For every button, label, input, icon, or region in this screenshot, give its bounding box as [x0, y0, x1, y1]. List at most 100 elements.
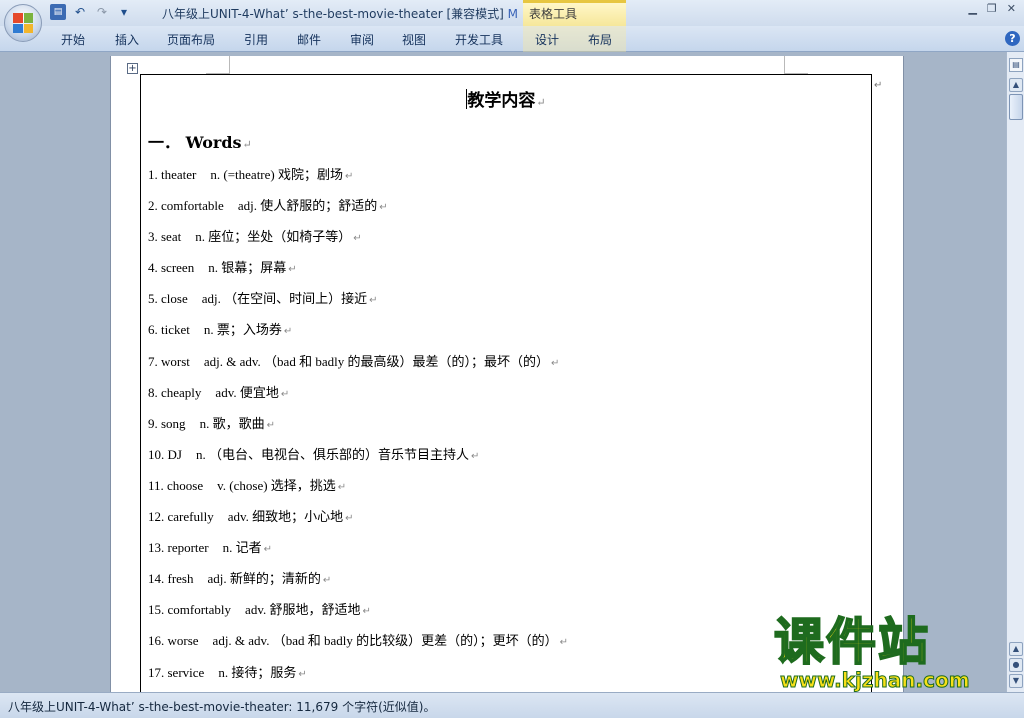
paragraph-mark: ↵ — [536, 96, 546, 109]
close-button[interactable]: ✕ — [1007, 2, 1016, 15]
vocab-meaning: adv. 细致地；小心地 — [227, 509, 344, 525]
vocab-word: 3. seat — [148, 229, 182, 245]
word-count-status[interactable]: 八年级上UNIT-4-What’ s-the-best-movie-theate… — [8, 698, 435, 715]
vocab-meaning: n. 银幕；屏幕 — [208, 260, 287, 276]
vocab-word: 6. ticket — [148, 322, 190, 338]
vocab-word: 7. worst — [148, 353, 190, 369]
undo-icon[interactable]: ↶ — [72, 4, 88, 20]
paragraph-mark: ↵ — [379, 202, 388, 214]
document-area: + ↵ 教学内容↵ 一． Words↵ 1. theater n. (=theat… — [0, 52, 1006, 692]
vocab-word: 2. comfortable — [148, 198, 224, 214]
vocab-meaning: adv. 便宜地 — [215, 384, 279, 400]
next-page-icon[interactable]: ▼ — [1009, 674, 1023, 688]
vocab-item: 12. carefully adv. 细致地；小心地 ↵ — [148, 508, 868, 539]
vocab-meaning: v. (chose) 选择，挑选 — [217, 477, 336, 493]
tab-home[interactable]: 开始 — [61, 31, 85, 48]
table-tools-context-tab: 表格工具 — [523, 0, 626, 26]
tab-references[interactable]: 引用 — [244, 31, 268, 48]
table-move-handle-icon[interactable]: + — [127, 63, 138, 74]
vocab-meaning: n. 接待；服务 — [218, 664, 297, 680]
vocab-word: 13. reporter — [148, 540, 209, 556]
scroll-up-icon[interactable]: ▲ — [1009, 78, 1023, 92]
office-logo-icon — [13, 13, 33, 33]
tab-design[interactable]: 设计 — [535, 31, 559, 48]
paragraph-mark: ↵ — [280, 388, 290, 400]
tab-layout[interactable]: 布局 — [588, 31, 612, 48]
vocab-meaning: adv. 舒服地，舒适地 — [245, 602, 361, 618]
vocab-item: 14. fresh adj. 新鲜的；清新的 ↵ — [148, 570, 868, 601]
vocab-word: 11. choose — [148, 477, 204, 493]
page-heading: 教学内容↵ — [140, 86, 872, 111]
help-icon[interactable]: ? — [1005, 31, 1020, 46]
vocab-meaning: n. 座位；坐处（如椅子等） — [195, 229, 352, 245]
paragraph-mark: ↵ — [550, 357, 560, 369]
paragraph-mark: ↵ — [353, 233, 362, 245]
vocabulary-list: 1. theater n. (=theatre) 戏院；剧场 ↵ 2. comfort… — [148, 166, 868, 692]
section-heading-text: 一． Words — [148, 133, 242, 152]
status-bar: 八年级上UNIT-4-What’ s-the-best-movie-theate… — [0, 692, 1024, 718]
vocab-item: 15. comfortably adv. 舒服地，舒适地 ↵ — [148, 601, 868, 632]
vocab-meaning: n. 票；入场券 — [203, 322, 282, 338]
vocab-meaning: n. 歌，歌曲 — [199, 415, 265, 431]
tab-review[interactable]: 审阅 — [350, 31, 374, 48]
document-title: 八年级上UNIT-4-What’ s-the-best-movie-theate… — [162, 7, 508, 21]
vocab-item: 4. screen n. 银幕；屏幕 ↵ — [148, 259, 868, 290]
vocab-item: 17. service n. 接待；服务 ↵ — [148, 664, 868, 693]
tab-page-layout[interactable]: 页面布局 — [167, 31, 215, 48]
paragraph-mark: ↵ — [298, 668, 307, 680]
vocab-word: 15. comfortably — [148, 602, 232, 618]
paragraph-mark: ↵ — [283, 326, 293, 338]
vocab-meaning: adj. 新鲜的；清新的 — [207, 571, 321, 587]
tab-view[interactable]: 视图 — [402, 31, 426, 48]
end-of-row-mark: ↵ — [874, 80, 883, 91]
paragraph-mark: ↵ — [559, 637, 569, 649]
table-tools-label: 表格工具 — [529, 7, 578, 21]
ribbon-tab-bar: 开始 插入 页面布局 引用 邮件 审阅 视图 开发工具 设计 布局 ? — [0, 26, 1024, 52]
vocab-word: 4. screen — [148, 260, 195, 276]
paragraph-mark: ↵ — [344, 171, 354, 182]
vocab-item: 8. cheaply adv. 便宜地 ↵ — [148, 384, 868, 415]
vocab-word: 17. service — [148, 664, 205, 680]
vocab-item: 10. DJ n. （电台、电视台、俱乐部的）音乐节目主持人 ↵ — [148, 446, 868, 477]
paragraph-mark: ↵ — [263, 544, 273, 556]
minimize-button[interactable]: ▁ — [968, 2, 976, 15]
customize-qat-chevron-down-icon[interactable]: ▾ — [116, 4, 132, 20]
paragraph-mark: ↵ — [266, 419, 275, 431]
section-heading: 一． Words↵ — [148, 129, 252, 153]
select-browse-object-icon[interactable]: ● — [1009, 658, 1023, 672]
vocab-word: 14. fresh — [148, 571, 194, 587]
vocab-word: 12. carefully — [148, 509, 214, 525]
vocab-item: 2. comfortable adj. 使人舒服的；舒适的 ↵ — [148, 197, 868, 228]
vocab-word: 10. DJ — [148, 446, 182, 462]
view-ruler-icon[interactable]: ▤ — [1009, 58, 1023, 72]
vocab-item: 11. choose v. (chose) 选择，挑选 ↵ — [148, 477, 868, 508]
vocab-meaning: n. 记者 — [222, 540, 262, 556]
save-icon[interactable]: ▤ — [50, 4, 66, 20]
window-controls: ▁ ❐ ✕ — [968, 2, 1016, 15]
vocab-item: 9. song n. 歌，歌曲 ↵ — [148, 415, 868, 446]
margin-corner-right — [784, 56, 808, 74]
tab-developer[interactable]: 开发工具 — [455, 31, 503, 48]
paragraph-mark: ↵ — [322, 575, 332, 587]
quick-access-toolbar: ▤ ↶ ↷ ▾ — [50, 4, 132, 20]
vocab-item: 3. seat n. 座位；坐处（如椅子等） ↵ — [148, 228, 868, 259]
vocab-item: 16. worse adj. & adv. （bad 和 badly 的比较级）更… — [148, 632, 868, 663]
office-button[interactable] — [4, 4, 42, 42]
site-watermark: 课件站 www.kjzhan.com — [773, 613, 1006, 693]
vocab-meaning: n. (=theatre) 戏院；剧场 — [210, 167, 343, 182]
previous-page-icon[interactable]: ▲ — [1009, 642, 1023, 656]
vocab-meaning: adj. 使人舒服的；舒适的 — [237, 198, 378, 214]
paragraph-mark: ↵ — [470, 450, 480, 462]
title-bar: 表格工具 ▤ ↶ ↷ ▾ 八年级上UNIT-4-What’ s-the-best… — [0, 0, 1024, 26]
redo-icon[interactable]: ↷ — [94, 4, 110, 20]
margin-corner-left — [206, 56, 230, 74]
title-suffix: M — [507, 7, 518, 21]
tab-mailings[interactable]: 邮件 — [297, 31, 321, 48]
scroll-thumb[interactable] — [1009, 94, 1023, 120]
tab-insert[interactable]: 插入 — [115, 31, 139, 48]
vertical-scrollbar[interactable]: ▤ ▲ ▲ ● ▼ — [1006, 52, 1024, 692]
vocab-word: 8. cheaply — [148, 384, 202, 400]
vocab-item: 7. worst adj. & adv. （bad 和 badly 的最高级）最差… — [148, 353, 868, 384]
vocab-meaning: adj. （在空间、时间上）接近 — [201, 291, 368, 307]
restore-button[interactable]: ❐ — [987, 2, 997, 15]
